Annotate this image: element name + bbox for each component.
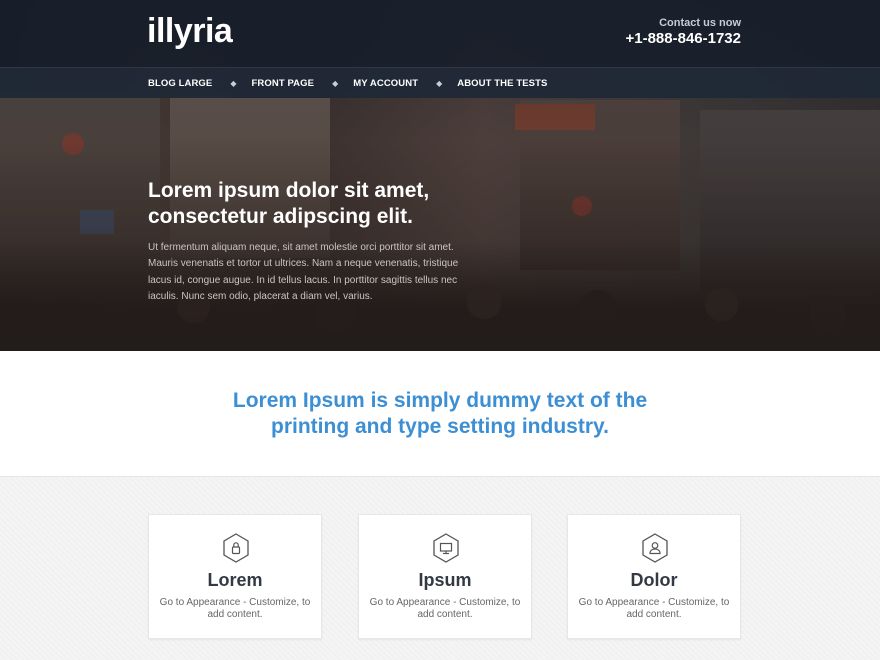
contact-label: Contact us now: [659, 17, 741, 29]
hero-title-line-2: consectetur adipscing elit.: [148, 205, 413, 228]
nav-separator-icon: ◆: [332, 79, 339, 88]
tagline-text: Lorem Ipsum is simply dummy text of the …: [232, 388, 648, 438]
nav-link-front-page[interactable]: FRONT PAGE: [252, 78, 315, 89]
nav-separator-icon: ◆: [230, 79, 237, 88]
feature-title: Lorem: [207, 570, 263, 590]
hero-content: Lorem ipsum dolor sit amet, consectetur …: [148, 178, 478, 305]
nav-separator-icon: ◆: [436, 79, 443, 88]
main-navigation: BLOG LARGE ◆ FRONT PAGE ◆ MY ACCOUNT ◆ A…: [0, 67, 880, 98]
nav-link-my-account[interactable]: MY ACCOUNT: [353, 78, 418, 89]
nav-item-about-the-tests[interactable]: ABOUT THE TESTS: [457, 78, 547, 89]
nav-item-blog-large[interactable]: BLOG LARGE: [148, 78, 212, 89]
site-header: illyria Contact us now +1-888-846-1732: [0, 0, 880, 67]
feature-card-ipsum[interactable]: Ipsum Go to Appearance - Customize, to a…: [358, 514, 532, 639]
feature-text: Go to Appearance - Customize, to add con…: [369, 597, 521, 620]
feature-title: Ipsum: [418, 570, 472, 590]
nav-item-front-page[interactable]: FRONT PAGE: [252, 78, 315, 89]
hero-title: Lorem ipsum dolor sit amet, consectetur …: [148, 178, 478, 230]
hero-title-line-1: Lorem ipsum dolor sit amet,: [148, 179, 430, 202]
user-icon: [642, 533, 668, 563]
monitor-icon: [433, 533, 459, 563]
site-logo[interactable]: illyria: [147, 12, 233, 51]
nav-item-my-account[interactable]: MY ACCOUNT: [353, 78, 418, 89]
hero-body-text: Ut fermentum aliquam neque, sit amet mol…: [148, 242, 459, 302]
phone-number[interactable]: +1-888-846-1732: [625, 30, 741, 47]
feature-text: Go to Appearance - Customize, to add con…: [578, 597, 730, 620]
nav-link-blog-large[interactable]: BLOG LARGE: [148, 78, 212, 89]
feature-card-lorem[interactable]: Lorem Go to Appearance - Customize, to a…: [148, 514, 322, 639]
lock-icon: [223, 533, 249, 563]
features-section: Lorem Go to Appearance - Customize, to a…: [0, 477, 880, 660]
feature-title: Dolor: [630, 570, 678, 590]
nav-link-about-the-tests[interactable]: ABOUT THE TESTS: [457, 78, 547, 89]
feature-card-dolor[interactable]: Dolor Go to Appearance - Customize, to a…: [567, 514, 741, 639]
tagline-section: Lorem Ipsum is simply dummy text of the …: [0, 351, 880, 477]
contact-info: Contact us now +1-888-846-1732: [625, 17, 741, 47]
feature-text: Go to Appearance - Customize, to add con…: [159, 597, 311, 620]
